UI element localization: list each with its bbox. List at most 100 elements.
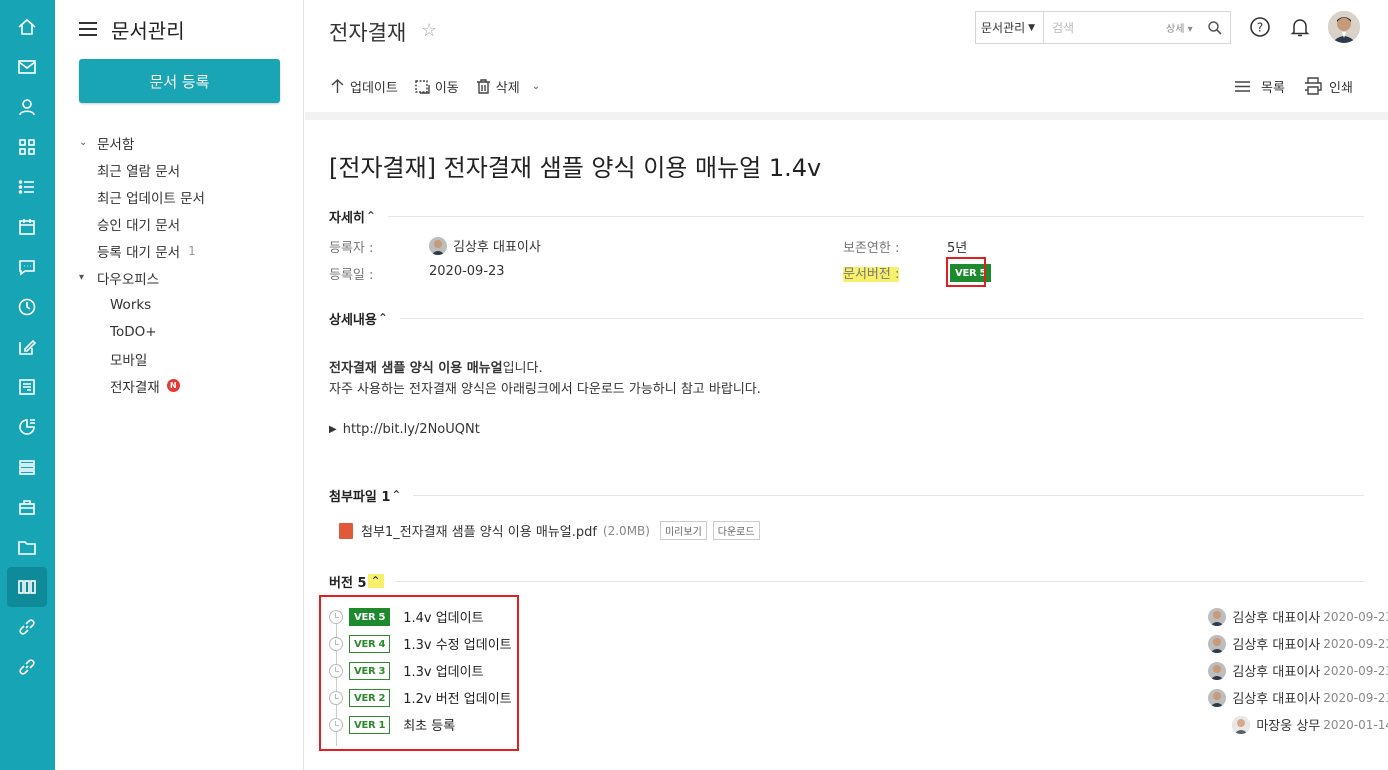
chart-icon[interactable]	[7, 407, 47, 447]
version-label: 문서버전 :	[843, 263, 900, 282]
tree-item-label: 등록 대기 문서	[97, 244, 181, 261]
update-label: 업데이트	[350, 80, 398, 96]
preview-button[interactable]: 미리보기	[659, 521, 707, 540]
search-input[interactable]	[1052, 20, 1162, 35]
chevron-down-icon[interactable]: ⌄	[79, 137, 97, 148]
tree-item-label: Works	[110, 296, 152, 313]
avatar[interactable]	[1328, 11, 1360, 43]
annotation-box	[319, 595, 519, 751]
chevron-up-icon[interactable]: ⌃	[391, 488, 401, 502]
attachment-name[interactable]: 첨부1_전자결재 샘플 양식 이용 매뉴얼.pdf	[361, 521, 597, 540]
user-icon[interactable]	[7, 87, 47, 127]
calendar-icon[interactable]	[7, 207, 47, 247]
content-section-header[interactable]: 상세내용 ⌃	[329, 309, 1364, 328]
tree-item-recent-updated[interactable]: 최근 업데이트 문서	[79, 183, 289, 210]
home-icon[interactable]	[7, 7, 47, 47]
list-button[interactable]: 목록	[1234, 74, 1285, 98]
delete-label: 삭제	[495, 80, 520, 96]
tree-item-pending-registration[interactable]: 등록 대기 문서 1	[79, 237, 289, 264]
mail-icon[interactable]	[7, 47, 47, 87]
clock-icon[interactable]	[7, 287, 47, 327]
update-button[interactable]: 업데이트	[329, 77, 398, 96]
avatar	[1208, 634, 1227, 653]
version-date: 2020-09-23	[1323, 663, 1388, 678]
tree-item-label: ToDO+	[110, 323, 157, 340]
divider	[387, 215, 1364, 217]
side-nav: 문서관리 문서 등록 ⌄ 문서함 최근 열람 문서 최근 업데이트 문서 승인 대…	[55, 0, 304, 770]
divider	[305, 112, 1388, 120]
link-icon[interactable]	[7, 607, 47, 647]
search-icon[interactable]	[1207, 20, 1223, 36]
tree-item-mobile[interactable]: 모바일	[79, 345, 289, 372]
clock-icon	[329, 717, 343, 732]
search-box: 문서관리▼ 상세 ▾	[975, 11, 1231, 44]
printer-icon	[1305, 77, 1322, 95]
tree-item-approval[interactable]: 전자결재 N	[79, 372, 289, 399]
list-icon[interactable]	[7, 167, 47, 207]
help-icon[interactable]: ?	[1248, 15, 1272, 39]
annotation-box	[946, 257, 986, 287]
grid-icon[interactable]	[7, 127, 47, 167]
search-scope-select[interactable]: 문서관리 ▼	[976, 12, 1044, 43]
bell-icon[interactable]	[1288, 15, 1312, 39]
details-section-header[interactable]: 자세히 ⌃	[329, 207, 1364, 226]
menu-icon[interactable]	[79, 22, 97, 36]
stack-icon[interactable]	[7, 447, 47, 487]
new-badge: N	[166, 379, 180, 392]
version-author: 김상후 대표이사 2020-09-23	[1208, 607, 1388, 626]
tree-item-todo[interactable]: ToDO+	[79, 318, 289, 345]
print-label: 인쇄	[1329, 80, 1353, 96]
chevron-down-icon[interactable]: ⌄	[532, 81, 540, 92]
section-title: 첨부파일 1	[329, 489, 391, 505]
registrant-value: 김상후 대표이사	[429, 236, 541, 255]
tree-item-recent-viewed[interactable]: 최근 열람 문서	[79, 156, 289, 183]
divider	[395, 580, 1364, 582]
register-document-button[interactable]: 문서 등록	[79, 59, 280, 103]
tree-item-works[interactable]: Works	[79, 291, 289, 318]
avatar	[1208, 661, 1227, 680]
version-date: 2020-09-23	[1323, 609, 1388, 624]
clock-icon	[329, 663, 343, 678]
print-button[interactable]: 인쇄	[1303, 74, 1353, 98]
document-title: [전자결재] 전자결재 샘플 양식 이용 매뉴얼 1.4v	[329, 154, 822, 182]
body-link-line: ▶ http://bit.ly/2NoUQNt	[329, 419, 761, 440]
chevron-up-icon[interactable]: ⌃	[378, 311, 388, 325]
link-icon[interactable]	[7, 647, 47, 687]
folder-icon[interactable]	[7, 527, 47, 567]
author-name: 김상후 대표이사	[1232, 692, 1321, 707]
tree-item-pending-approval[interactable]: 승인 대기 문서	[79, 210, 289, 237]
versions-section-header[interactable]: 버전 5 ⌃	[329, 572, 1364, 591]
chat-icon[interactable]	[7, 247, 47, 287]
tree-item-daouoffice[interactable]: ▾ 다우오피스	[79, 264, 289, 291]
field-label: 등록자 :	[329, 241, 374, 256]
retention-value: 5년	[947, 241, 968, 256]
author-name: 마장웅 상무	[1256, 719, 1321, 734]
side-nav-title: 문서관리	[79, 14, 185, 44]
search-detail-toggle[interactable]: 상세 ▾	[1166, 20, 1193, 35]
docs-icon[interactable]	[7, 567, 47, 607]
caret-down-icon[interactable]: ▾	[79, 272, 97, 283]
tree-item-label: 다우오피스	[97, 271, 160, 288]
svg-text:?: ?	[1257, 21, 1263, 35]
attachment-size: (2.0MB)	[602, 523, 650, 538]
body-line: 전자결재 샘플 양식 이용 매뉴얼입니다.	[329, 358, 761, 379]
tree-item-label: 전자결재	[110, 379, 160, 396]
chevron-up-icon[interactable]: ⌃	[367, 574, 384, 588]
author-name: 김상후 대표이사	[1232, 665, 1321, 680]
edit-icon[interactable]	[7, 327, 47, 367]
chevron-up-icon[interactable]: ⌃	[366, 209, 376, 223]
attachments-section-header[interactable]: 첨부파일 1 ⌃	[329, 486, 1364, 505]
download-button[interactable]: 다운로드	[712, 521, 760, 540]
tree-item-docbox[interactable]: ⌄ 문서함	[79, 129, 289, 156]
version-date: 2020-01-14	[1323, 717, 1388, 732]
version-author: 마장웅 상무 2020-01-14	[1232, 715, 1388, 734]
field-label: 문서버전 :	[843, 267, 900, 282]
divider	[413, 494, 1364, 496]
briefcase-icon[interactable]	[7, 487, 47, 527]
delete-button[interactable]: 삭제 ⌄	[475, 77, 540, 96]
star-icon[interactable]: ☆	[421, 20, 437, 41]
move-button[interactable]: 이동	[414, 77, 459, 96]
board-icon[interactable]	[7, 367, 47, 407]
body-link[interactable]: http://bit.ly/2NoUQNt	[343, 419, 480, 440]
clock-icon	[329, 636, 343, 651]
